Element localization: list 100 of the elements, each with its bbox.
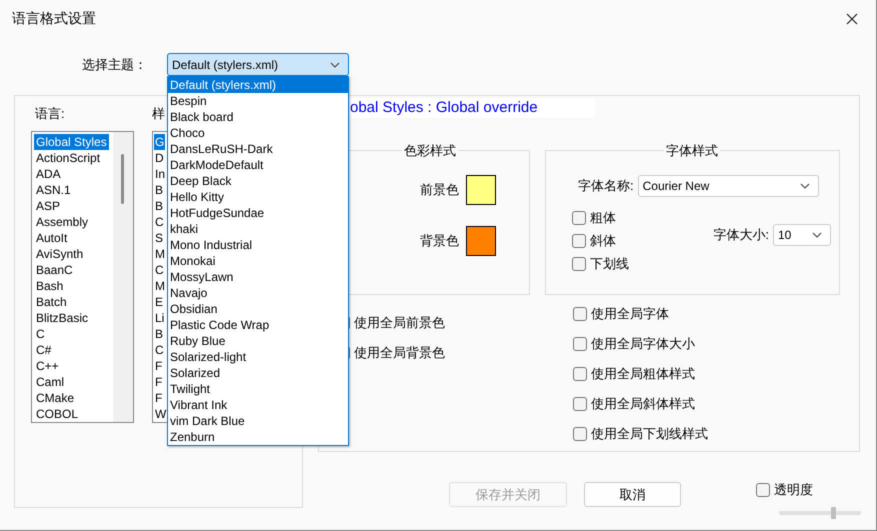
window-title: 语言格式设置 bbox=[12, 10, 96, 28]
caret-icon bbox=[330, 62, 340, 68]
list-item[interactable]: F bbox=[154, 358, 164, 374]
checkbox-label: 使用全局粗体样式 bbox=[591, 365, 695, 383]
list-item[interactable]: M bbox=[154, 246, 166, 262]
caret-icon bbox=[800, 183, 810, 189]
dropdown-option[interactable]: Monokai bbox=[168, 253, 348, 269]
checkbox[interactable] bbox=[573, 367, 587, 381]
list-item[interactable]: Caml bbox=[34, 374, 66, 390]
dropdown-option[interactable]: DarkModeDefault bbox=[168, 157, 348, 173]
dropdown-option[interactable]: Vibrant Ink bbox=[168, 397, 348, 413]
list-item[interactable]: C bbox=[34, 326, 47, 342]
list-item[interactable]: ADA bbox=[34, 166, 63, 182]
list-item[interactable]: E bbox=[154, 294, 164, 310]
checkbox-label: 粗体 bbox=[590, 208, 616, 226]
checkbox[interactable] bbox=[756, 482, 770, 496]
checkbox[interactable] bbox=[573, 427, 587, 441]
checkbox-label: 使用全局下划线样式 bbox=[591, 425, 708, 443]
list-item[interactable]: BlitzBasic bbox=[34, 310, 90, 326]
theme-label: 选择主题： bbox=[82, 56, 148, 74]
dropdown-option[interactable]: Choco bbox=[168, 125, 348, 141]
dropdown-option[interactable]: khaki bbox=[168, 221, 348, 237]
font-name-dropdown[interactable]: Courier New bbox=[638, 175, 819, 197]
dropdown-option[interactable]: Obsidian bbox=[168, 301, 348, 317]
dropdown-option[interactable]: Mono Industrial bbox=[168, 237, 348, 253]
color-label: 背景色 bbox=[420, 232, 459, 250]
checkbox-label: 透明度 bbox=[774, 480, 813, 498]
color-swatch[interactable] bbox=[466, 226, 496, 256]
dropdown-option[interactable]: DansLeRuSH-Dark bbox=[168, 141, 348, 157]
dropdown-option[interactable]: Plastic Code Wrap bbox=[168, 317, 348, 333]
list-item[interactable]: C# bbox=[34, 342, 54, 358]
checkbox[interactable] bbox=[573, 307, 587, 321]
field-label: 字体名称: bbox=[578, 177, 634, 195]
checkbox[interactable] bbox=[572, 210, 586, 224]
checkbox-label: 使用全局字体 bbox=[591, 305, 669, 323]
list-item[interactable]: C bbox=[154, 262, 165, 278]
list-item[interactable]: B bbox=[154, 326, 164, 342]
list-item[interactable]: C bbox=[154, 342, 165, 358]
dropdown-option[interactable]: Solarized bbox=[168, 365, 348, 381]
checkbox-label: 使用全局背景色 bbox=[354, 344, 445, 362]
list-item[interactable]: Batch bbox=[34, 294, 69, 310]
list-item[interactable]: Li bbox=[154, 310, 166, 326]
list-item[interactable]: In bbox=[154, 166, 166, 182]
slider-thumb[interactable] bbox=[831, 507, 836, 519]
list-item[interactable]: ASP bbox=[34, 198, 62, 214]
list-item[interactable]: C bbox=[154, 214, 165, 230]
list-item[interactable]: AviSynth bbox=[34, 246, 86, 262]
theme-dropdown[interactable]: Default (stylers.xml) bbox=[167, 53, 349, 76]
list-item[interactable]: B bbox=[154, 198, 164, 214]
list-item[interactable]: F bbox=[154, 390, 164, 406]
checkbox[interactable] bbox=[573, 397, 587, 411]
list-item[interactable]: G bbox=[154, 134, 166, 150]
list-item[interactable]: ActionScript bbox=[34, 150, 102, 166]
dropdown-option[interactable]: Twilight bbox=[168, 381, 348, 397]
list-item[interactable]: BaanC bbox=[34, 262, 75, 278]
checkbox-label: 使用全局斜体样式 bbox=[591, 395, 695, 413]
checkbox-label: 斜体 bbox=[590, 232, 616, 250]
list-item[interactable]: Assembly bbox=[34, 214, 90, 230]
list-item[interactable]: Global Styles bbox=[34, 134, 109, 150]
dropdown-option[interactable]: Zenburn bbox=[168, 429, 348, 445]
checkbox-label: 使用全局字体大小 bbox=[591, 335, 695, 353]
list-item[interactable]: CMake bbox=[34, 390, 76, 406]
list-item[interactable]: F bbox=[154, 374, 164, 390]
dropdown-option[interactable]: Ruby Blue bbox=[168, 333, 348, 349]
dropdown-option[interactable]: vim Dark Blue bbox=[168, 413, 348, 429]
scrollbar[interactable] bbox=[113, 132, 133, 422]
dialog-button[interactable]: 取消 bbox=[584, 482, 681, 507]
group-title: 色彩样式 bbox=[402, 142, 458, 160]
dropdown-option[interactable]: Hello Kitty bbox=[168, 189, 348, 205]
group-title: 字体样式 bbox=[664, 142, 720, 160]
color-label: 前景色 bbox=[420, 181, 459, 199]
list-label: 样 bbox=[152, 105, 165, 123]
list-item[interactable]: D bbox=[154, 150, 165, 166]
dropdown-option[interactable]: Default (stylers.xml) bbox=[168, 77, 348, 93]
dropdown-option[interactable]: Solarized-light bbox=[168, 349, 348, 365]
dropdown-option[interactable]: HotFudgeSundae bbox=[168, 205, 348, 221]
close-icon bbox=[846, 13, 858, 25]
list-item[interactable]: M bbox=[154, 278, 166, 294]
caret-icon bbox=[812, 232, 822, 238]
list-item[interactable]: AutoIt bbox=[34, 230, 70, 246]
dropdown-option[interactable]: MossyLawn bbox=[168, 269, 348, 285]
list-item[interactable]: C++ bbox=[34, 358, 61, 374]
checkbox[interactable] bbox=[572, 234, 586, 248]
list-item[interactable]: ASN.1 bbox=[34, 182, 73, 198]
list-item[interactable]: W bbox=[154, 406, 168, 422]
checkbox-label: 下划线 bbox=[590, 254, 629, 272]
list-item[interactable]: S bbox=[154, 230, 164, 246]
color-swatch[interactable] bbox=[466, 175, 496, 205]
checkbox-label: 使用全局前景色 bbox=[354, 314, 445, 332]
list-item[interactable]: Bash bbox=[34, 278, 66, 294]
list-item[interactable]: B bbox=[154, 182, 164, 198]
scroll-thumb[interactable] bbox=[121, 154, 124, 204]
list-item[interactable]: COBOL bbox=[34, 406, 80, 422]
field-label: 字体大小: bbox=[713, 226, 769, 244]
dropdown-option[interactable]: Deep Black bbox=[168, 173, 348, 189]
font-size-dropdown[interactable]: 10 bbox=[773, 224, 831, 246]
checkbox[interactable] bbox=[572, 256, 586, 270]
checkbox[interactable] bbox=[573, 337, 587, 351]
list-label: 语言: bbox=[35, 105, 65, 123]
dropdown-option[interactable]: Navajo bbox=[168, 285, 348, 301]
